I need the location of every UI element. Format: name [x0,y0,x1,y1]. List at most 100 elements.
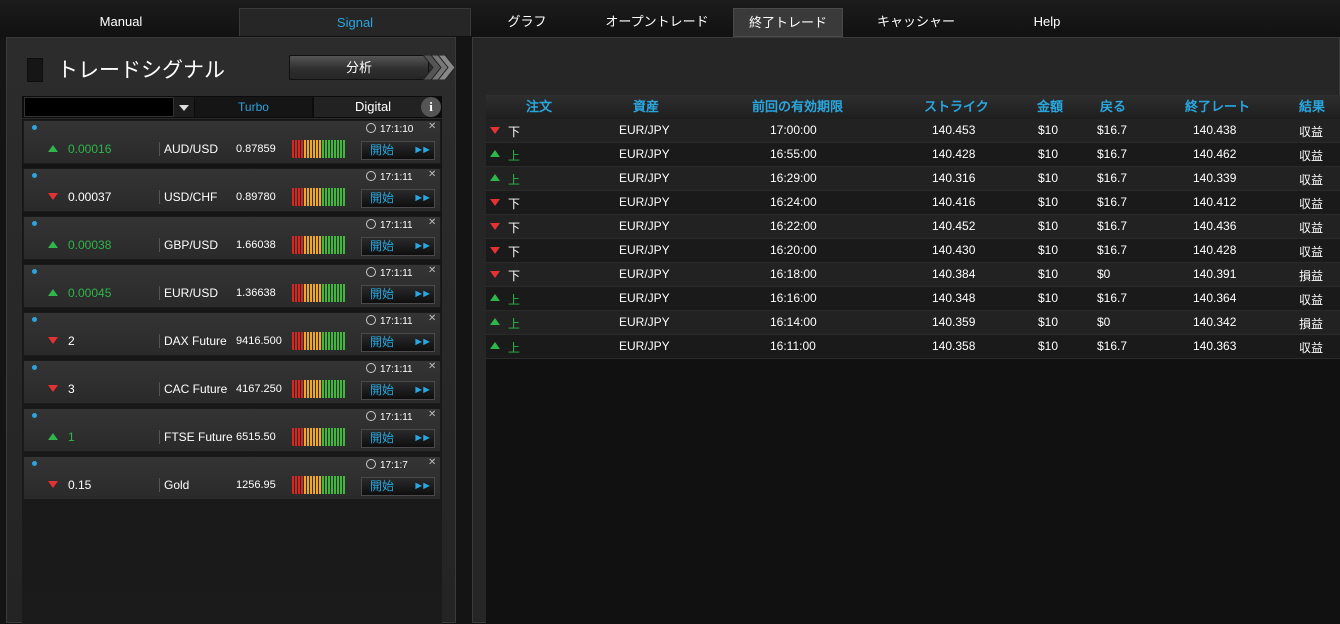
cell-asset: EUR/JPY [619,171,670,185]
close-icon[interactable]: ✕ [428,217,436,228]
signal-time: 17:1:11 [380,364,413,375]
table-row: 上 EUR/JPY 16:29:00 140.316 $10 $16.7 140.339 収益 [486,167,1340,191]
start-button[interactable]: 開始 ►► [361,333,435,352]
tab-turbo[interactable]: Turbo [195,97,312,117]
tab-graph[interactable]: グラフ [482,8,572,35]
analyze-button[interactable]: 分析 [289,55,455,80]
signal-timer: 17:1:11 [366,171,413,183]
meter-bar [310,140,312,158]
arrow-up-icon [490,318,500,325]
meter-bar [301,380,303,398]
cell-strike: 140.359 [932,315,976,329]
meter-bar [313,380,315,398]
meter-bar [331,284,333,302]
meter-bar [295,476,297,494]
close-icon[interactable]: ✕ [428,121,436,132]
meter-bar [307,380,309,398]
meter-bar [313,332,315,350]
clock-icon [366,123,376,133]
close-icon[interactable]: ✕ [428,409,436,420]
start-button[interactable]: 開始 ►► [361,477,435,496]
meter-bar [340,428,342,446]
meter-bar [307,188,309,206]
meter-bar [298,380,300,398]
start-button[interactable]: 開始 ►► [361,189,435,208]
meter-bar [310,380,312,398]
meter-bar [307,140,309,158]
close-icon[interactable]: ✕ [428,265,436,276]
tab-cashier[interactable]: キャッシャー [860,8,972,35]
cell-strike: 140.416 [932,195,976,209]
cell-strike: 140.384 [932,267,976,281]
table-row: 下 EUR/JPY 16:22:00 140.452 $10 $16.7 140.436 収益 [486,215,1340,239]
meter-bar [325,476,327,494]
arrow-down-icon [490,247,500,254]
signal-symbol: AUD/USD [159,142,218,156]
arrow-up-icon [490,294,500,301]
cell-asset: EUR/JPY [619,123,670,137]
cell-close-rate: 140.438 [1193,123,1237,137]
meter-bar [316,332,318,350]
close-icon[interactable]: ✕ [428,457,436,468]
meter-bar [328,284,330,302]
asset-filter-dropdown[interactable] [24,97,174,117]
tab-manual[interactable]: Manual [66,8,176,35]
col-expiry: 前回の有効期限 [752,99,844,114]
status-dot [32,173,37,178]
meter-bar [331,332,333,350]
table-row: 下 EUR/JPY 17:00:00 140.453 $10 $16.7 140.438 収益 [486,119,1340,143]
cell-return: $16.7 [1097,195,1128,209]
table-row: 上 EUR/JPY 16:14:00 140.359 $10 $0 140.342 損益 [486,311,1340,335]
meter-bar [307,332,309,350]
meter-bar [337,428,339,446]
start-button[interactable]: 開始 ►► [361,429,435,448]
meter-bar [325,284,327,302]
meter-bar [343,284,345,302]
meter-bar [325,332,327,350]
meter-bar [298,236,300,254]
strength-meter [292,188,346,206]
start-button[interactable]: 開始 ►► [361,381,435,400]
tab-open-trades[interactable]: オープントレード [596,8,718,35]
signal-price: 0.89780 [236,191,276,203]
table-row: 上 EUR/JPY 16:55:00 140.428 $10 $16.7 140.462 収益 [486,143,1340,167]
meter-bar [331,428,333,446]
start-button[interactable]: 開始 ►► [361,237,435,256]
col-order: 注文 [526,99,553,114]
fast-forward-icon: ►► [413,336,432,348]
arrow-down-icon [490,271,500,278]
tab-closed-trades[interactable]: 終了トレード [733,8,843,37]
meter-bar [292,284,294,302]
signal-timer: 17:1:11 [366,267,413,279]
cell-asset: EUR/JPY [619,195,670,209]
arrow-down-icon [490,223,500,230]
arrow-up-icon [490,150,500,157]
tab-digital[interactable]: Digital [314,97,432,117]
meter-bar [337,188,339,206]
fast-forward-icon: ►► [413,480,432,492]
cell-asset: EUR/JPY [619,291,670,305]
meter-bar [328,140,330,158]
info-icon[interactable]: i [421,97,441,117]
close-icon[interactable]: ✕ [428,361,436,372]
table-row: 上 EUR/JPY 16:11:00 140.358 $10 $16.7 140.363 収益 [486,335,1340,359]
tab-signal[interactable]: Signal [239,8,471,36]
meter-bar [292,428,294,446]
cell-amount: $10 [1038,267,1059,281]
signal-price: 6515.50 [236,431,276,443]
cell-asset: EUR/JPY [619,339,670,353]
meter-bar [307,284,309,302]
meter-bar [325,188,327,206]
meter-bar [316,188,318,206]
cell-expiry: 16:29:00 [770,171,817,185]
close-icon[interactable]: ✕ [428,313,436,324]
cell-amount: $10 [1038,315,1059,329]
table-row: 下 EUR/JPY 16:24:00 140.416 $10 $16.7 140.412 収益 [486,191,1340,215]
meter-bar [334,380,336,398]
tab-help[interactable]: Help [1012,8,1082,35]
dropdown-arrow[interactable] [174,97,194,117]
start-button[interactable]: 開始 ►► [361,285,435,304]
start-button[interactable]: 開始 ►► [361,141,435,160]
close-icon[interactable]: ✕ [428,169,436,180]
signal-price: 1.66038 [236,239,276,251]
